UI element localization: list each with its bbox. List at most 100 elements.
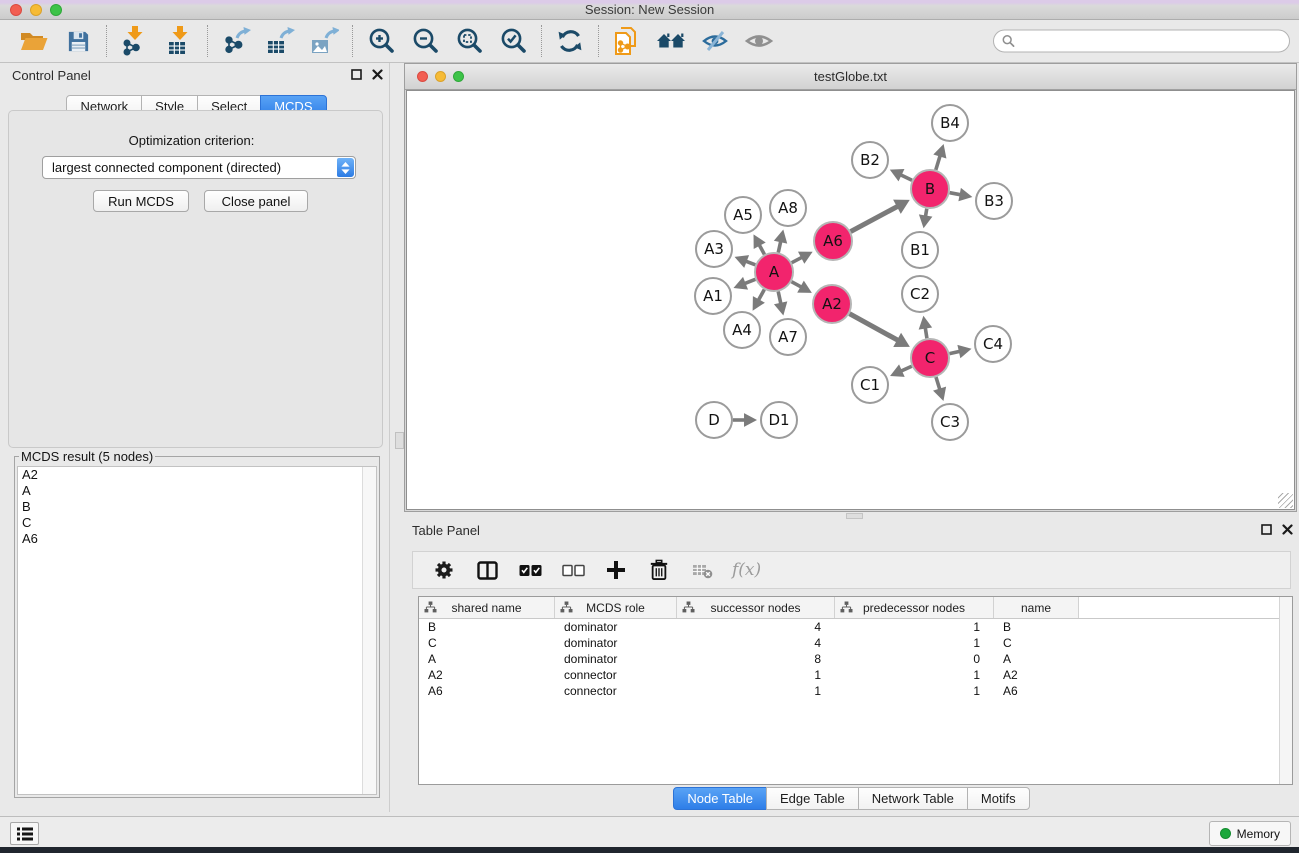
table-cell: A6: [419, 684, 555, 698]
table-scrollbar[interactable]: [1279, 597, 1292, 784]
table-row[interactable]: A6connector11A6: [419, 683, 1292, 699]
column-header-label: successor nodes: [710, 601, 800, 615]
task-list-icon: [17, 827, 33, 841]
graph-edge: [778, 292, 781, 305]
search-input[interactable]: [1020, 33, 1281, 49]
run-mcds-button[interactable]: Run MCDS: [93, 190, 189, 212]
minimize-window-button[interactable]: [30, 4, 42, 16]
toolbar-group: [208, 24, 352, 58]
hide-graphics-icon[interactable]: [696, 24, 734, 58]
delete-column-trash-icon[interactable]: [646, 557, 672, 583]
column-header-name[interactable]: name: [994, 597, 1079, 618]
close-panel-button[interactable]: Close panel: [204, 190, 308, 212]
graph-node-label: D: [708, 411, 720, 429]
toolbar-group: [107, 24, 207, 58]
graph-edge: [936, 155, 941, 170]
network-close-button[interactable]: [417, 71, 428, 82]
mcds-result-item[interactable]: B: [18, 499, 376, 515]
refresh-icon[interactable]: [551, 24, 589, 58]
select-all-icon[interactable]: [517, 557, 543, 583]
graph-node-label: B4: [940, 114, 960, 132]
graph-node-label: C: [925, 349, 935, 367]
result-scrollbar[interactable]: [362, 467, 376, 794]
window-title: Session: New Session: [0, 0, 1299, 19]
float-panel-icon[interactable]: [351, 69, 362, 80]
optimization-dropdown[interactable]: largest connected component (directed): [42, 156, 356, 179]
memory-button[interactable]: Memory: [1209, 821, 1291, 846]
export-image-icon[interactable]: [305, 24, 343, 58]
table-settings-gear-icon[interactable]: [431, 557, 457, 583]
column-header-successor-nodes[interactable]: successor nodes: [677, 597, 835, 618]
graph-node-label: A5: [733, 206, 753, 224]
table-panel-title: Table Panel: [412, 523, 480, 538]
network-graph: B4B2BB3A8A5A6A3B1AC2A1A2A4A7C4CC1C3DD1: [407, 91, 1296, 511]
table-cell: 1: [677, 684, 835, 698]
table-row[interactable]: Bdominator41B: [419, 619, 1292, 635]
resize-grip-icon[interactable]: [1278, 493, 1293, 508]
task-history-button[interactable]: [10, 822, 39, 845]
table-cell: A: [994, 652, 1079, 666]
main-toolbar: [0, 20, 1299, 63]
network-minimize-button[interactable]: [435, 71, 446, 82]
home-views-icon[interactable]: [652, 24, 690, 58]
node-table: shared nameMCDS role successor nodes prede…: [418, 596, 1293, 785]
export-table-icon[interactable]: [261, 24, 299, 58]
mcds-result-list[interactable]: A2ABCA6: [17, 466, 377, 795]
tab-node-table[interactable]: Node Table: [673, 787, 767, 810]
mcds-result-item[interactable]: A2: [18, 467, 376, 483]
zoom-selected-icon[interactable]: [494, 24, 532, 58]
import-network-icon[interactable]: [116, 24, 154, 58]
graph-node-label: A8: [778, 199, 798, 217]
table-row[interactable]: Cdominator41C: [419, 635, 1292, 651]
table-cell: dominator: [555, 620, 677, 634]
graph-node-label: C3: [940, 413, 960, 431]
table-row[interactable]: A2connector11A2: [419, 667, 1292, 683]
vertical-splitter-handle[interactable]: [395, 432, 404, 449]
close-panel-icon[interactable]: [372, 69, 383, 80]
export-network-icon[interactable]: [217, 24, 255, 58]
close-table-panel-icon[interactable]: [1282, 524, 1293, 535]
graph-edge-arrow-icon: [957, 345, 971, 358]
zoom-in-icon[interactable]: [362, 24, 400, 58]
open-file-icon[interactable]: [15, 24, 53, 58]
float-table-panel-icon[interactable]: [1261, 524, 1272, 535]
save-session-icon[interactable]: [59, 24, 97, 58]
table-cell: C: [419, 636, 555, 650]
tab-motifs[interactable]: Motifs: [967, 787, 1030, 810]
maximize-window-button[interactable]: [50, 4, 62, 16]
table-body: Bdominator41BCdominator41CAdominator80AA…: [419, 619, 1292, 699]
graph-edge: [850, 314, 899, 341]
deselect-all-icon[interactable]: [560, 557, 586, 583]
optimization-criterion-label: Optimization criterion:: [4, 133, 379, 148]
table-cell: B: [419, 620, 555, 634]
graph-node-label: B2: [860, 151, 880, 169]
graph-node-label: C4: [983, 335, 1003, 353]
graph-node-label: B1: [910, 241, 930, 259]
search-field[interactable]: [993, 30, 1290, 53]
table-row[interactable]: Adominator80A: [419, 651, 1292, 667]
column-header-mcds-role[interactable]: MCDS role: [555, 597, 677, 618]
graph-edge: [936, 377, 940, 390]
mcds-result-item[interactable]: A: [18, 483, 376, 499]
table-cell: 1: [835, 668, 994, 682]
graph-node-label: D1: [768, 411, 789, 429]
desktop-background: [0, 847, 1299, 853]
column-header-shared-name[interactable]: shared name: [419, 597, 555, 618]
close-window-button[interactable]: [10, 4, 22, 16]
clone-network-icon[interactable]: [608, 24, 646, 58]
tab-network-table[interactable]: Network Table: [858, 787, 968, 810]
tab-edge-table[interactable]: Edge Table: [766, 787, 859, 810]
network-canvas[interactable]: B4B2BB3A8A5A6A3B1AC2A1A2A4A7C4CC1C3DD1: [406, 90, 1295, 510]
zoom-fit-icon[interactable]: [450, 24, 488, 58]
network-maximize-button[interactable]: [453, 71, 464, 82]
column-header-predecessor-nodes[interactable]: predecessor nodes: [835, 597, 994, 618]
import-table-icon[interactable]: [160, 24, 198, 58]
mcds-result-item[interactable]: C: [18, 515, 376, 531]
zoom-out-icon[interactable]: [406, 24, 444, 58]
table-cell: dominator: [555, 636, 677, 650]
show-graphics-icon[interactable]: [740, 24, 778, 58]
create-column-plus-icon[interactable]: [603, 557, 629, 583]
split-table-icon[interactable]: [474, 557, 500, 583]
mcds-result-item[interactable]: A6: [18, 531, 376, 547]
toolbar-group: [542, 24, 598, 58]
